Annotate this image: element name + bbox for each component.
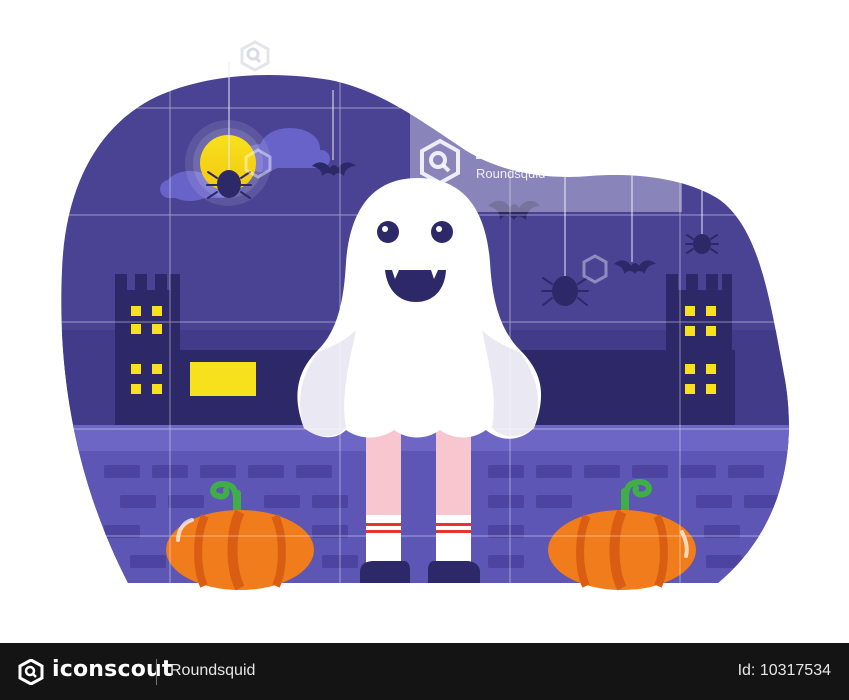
footer-brand[interactable]: iconscout: [52, 657, 173, 682]
illustration: iconscout Roundsquid: [0, 0, 849, 643]
halloween-scene: [0, 0, 849, 643]
watermark-logo-icon: [420, 138, 460, 186]
footer-author[interactable]: Roundsquid: [170, 662, 255, 680]
asset-id: Id: 10317534: [737, 662, 831, 679]
iconscout-logo-icon: [18, 659, 44, 685]
footer-bar: iconscout Roundsquid Id: 10317534: [0, 643, 849, 700]
right-eye: [431, 221, 453, 243]
left-eye: [377, 221, 399, 243]
left-shoe: [360, 561, 410, 583]
watermark-brand: iconscout: [474, 136, 609, 165]
watermark-author: Roundsquid: [476, 166, 546, 181]
divider: [156, 659, 157, 685]
spider: [685, 234, 719, 254]
right-shoe: [428, 561, 480, 583]
brick-wall: [61, 425, 789, 583]
